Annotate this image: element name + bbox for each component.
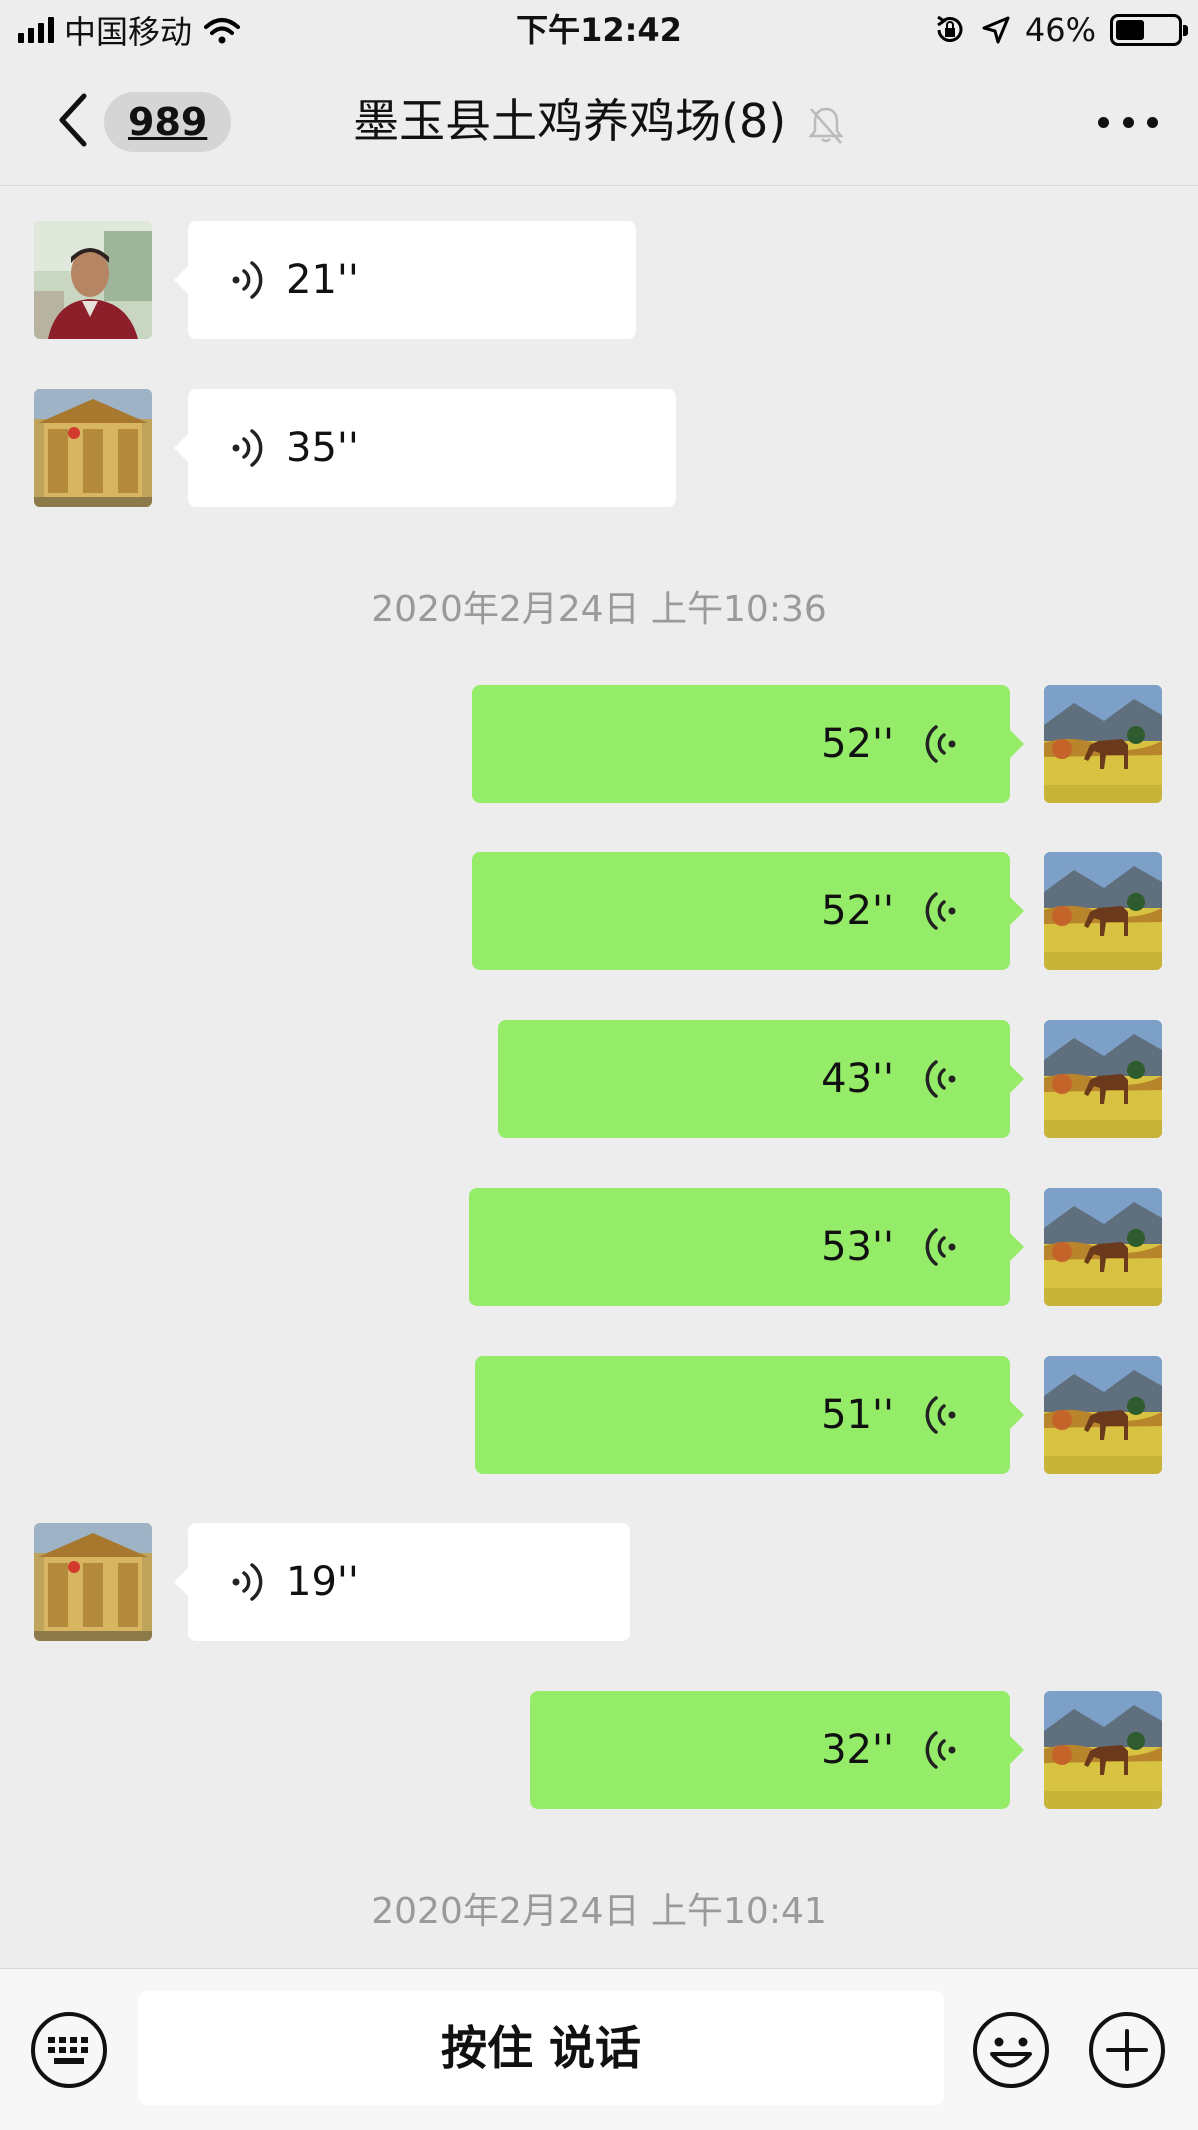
horse-landscape-icon (1044, 852, 1162, 970)
more-options-button[interactable] (1098, 100, 1158, 144)
voice-message-outgoing[interactable]: 32'' (530, 1691, 1024, 1809)
horse-landscape-icon (1044, 1356, 1162, 1474)
voice-duration: 19'' (286, 1559, 359, 1605)
voice-message-outgoing[interactable]: 43'' (498, 1020, 1024, 1138)
status-right: 46% (933, 8, 1188, 52)
muted-bell-icon (808, 107, 844, 144)
self-avatar[interactable] (1044, 1020, 1162, 1138)
self-avatar[interactable] (1044, 852, 1162, 970)
sender-avatar-pavilion[interactable] (34, 389, 152, 507)
self-avatar[interactable] (1044, 1691, 1162, 1809)
voice-message-outgoing[interactable]: 51'' (475, 1356, 1024, 1474)
voice-message-incoming[interactable]: 35'' (174, 389, 676, 507)
self-avatar[interactable] (1044, 685, 1162, 803)
chat-title: 墨玉县土鸡养鸡场(8) (353, 94, 787, 148)
plus-more-icon[interactable] (1088, 2011, 1166, 2089)
voice-wave-icon (925, 892, 958, 930)
voice-duration: 35'' (286, 425, 359, 471)
chat-timestamp: 2020年2月24日 上午10:41 (371, 1891, 827, 1932)
voice-duration: 43'' (821, 1056, 894, 1102)
pavilion-picture-icon (34, 1523, 152, 1641)
voice-wave-icon (230, 429, 263, 467)
voice-message-outgoing[interactable]: 52'' (472, 685, 1024, 803)
chat-timestamp: 2020年2月24日 上午10:36 (371, 589, 827, 630)
self-avatar[interactable] (1044, 1188, 1162, 1306)
voice-wave-icon (925, 725, 958, 763)
pavilion-picture-icon (34, 389, 152, 507)
man-portrait-icon (34, 221, 152, 339)
voice-wave-icon (925, 1731, 958, 1769)
voice-duration: 21'' (286, 257, 359, 303)
keyboard-toggle-icon[interactable] (30, 2011, 108, 2089)
battery-fill (1116, 20, 1144, 40)
chat-title-row: 墨玉县土鸡养鸡场(8) (0, 88, 1198, 154)
voice-wave-icon (925, 1396, 958, 1434)
status-bar: 中国移动 下午12:42 46% (0, 0, 1198, 60)
sender-avatar-man[interactable] (34, 221, 152, 339)
hold-to-talk-button[interactable]: 按住 说话 (138, 1991, 944, 2105)
voice-duration: 52'' (821, 888, 894, 934)
voice-duration: 32'' (821, 1727, 894, 1773)
voice-duration: 53'' (821, 1224, 894, 1270)
voice-message-outgoing[interactable]: 52'' (472, 852, 1024, 970)
voice-message-incoming[interactable]: 19'' (174, 1523, 630, 1641)
voice-message-incoming[interactable]: 21'' (174, 221, 636, 339)
horse-landscape-icon (1044, 1020, 1162, 1138)
voice-wave-icon (925, 1228, 958, 1266)
horse-landscape-icon (1044, 685, 1162, 803)
battery-icon (1110, 14, 1188, 46)
location-arrow-icon (982, 16, 1010, 44)
horse-landscape-icon (1044, 1691, 1162, 1809)
battery-percent: 46% (1024, 11, 1096, 49)
rotation-lock-icon (937, 15, 963, 42)
input-bar: 按住 说话 (0, 1968, 1198, 2130)
more-dot-icon (1147, 116, 1158, 128)
voice-wave-icon (230, 261, 263, 299)
more-dot-icon (1098, 116, 1109, 128)
chat-header: 989 墨玉县土鸡养鸡场(8) (0, 60, 1198, 186)
voice-duration: 51'' (821, 1392, 894, 1438)
self-avatar[interactable] (1044, 1356, 1162, 1474)
voice-wave-icon (925, 1060, 958, 1098)
voice-wave-icon (230, 1563, 263, 1601)
voice-message-outgoing[interactable]: 53'' (469, 1188, 1024, 1306)
sender-avatar-pavilion[interactable] (34, 1523, 152, 1641)
horse-landscape-icon (1044, 1188, 1162, 1306)
more-dot-icon (1122, 116, 1134, 128)
emoji-icon[interactable] (972, 2011, 1050, 2089)
voice-duration: 52'' (821, 721, 894, 767)
